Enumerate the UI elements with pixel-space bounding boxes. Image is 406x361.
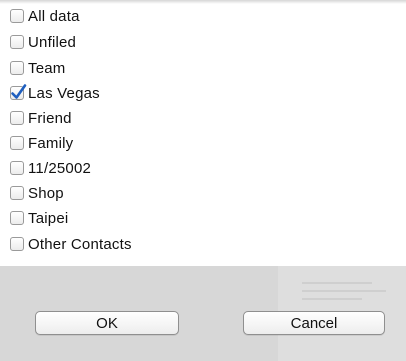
cancel-button-label: Cancel — [290, 314, 338, 332]
ok-button-label: OK — [96, 314, 118, 332]
group-item-team[interactable]: Team — [10, 57, 65, 79]
group-item-friend[interactable]: Friend — [10, 107, 72, 129]
group-label: 11/25002 — [28, 159, 92, 177]
group-label: Shop — [28, 184, 64, 202]
group-label: Las Vegas — [28, 84, 100, 102]
checkbox[interactable] — [10, 35, 24, 49]
checkbox[interactable] — [10, 136, 24, 150]
group-item-taipei[interactable]: Taipei — [10, 207, 68, 229]
checkbox[interactable] — [10, 84, 27, 100]
dialog-footer: OK Cancel — [0, 266, 406, 361]
checkbox[interactable] — [10, 61, 24, 75]
group-item-shop[interactable]: Shop — [10, 182, 64, 204]
checkbox[interactable] — [10, 9, 24, 23]
group-label: Team — [28, 59, 66, 77]
ok-button[interactable]: OK — [35, 311, 179, 335]
group-selection-dialog: All data Unfiled Team Las Vegas Friend F… — [0, 0, 406, 361]
group-label: Unfiled — [28, 33, 77, 51]
group-label: Family — [28, 134, 74, 152]
checkbox[interactable] — [10, 111, 24, 125]
group-label: All data — [28, 7, 80, 25]
checkbox[interactable] — [10, 211, 24, 225]
checkbox[interactable] — [10, 186, 24, 200]
group-item-las-vegas[interactable]: Las Vegas — [10, 82, 100, 104]
checkbox[interactable] — [10, 237, 24, 251]
group-item-family[interactable]: Family — [10, 132, 73, 154]
checkmark-icon — [11, 84, 27, 99]
group-item-all-data[interactable]: All data — [10, 5, 80, 27]
group-item-other-contacts[interactable]: Other Contacts — [10, 233, 132, 255]
group-list: All data Unfiled Team Las Vegas Friend F… — [0, 0, 406, 266]
group-label: Friend — [28, 109, 72, 127]
cancel-button[interactable]: Cancel — [243, 311, 385, 335]
group-label: Taipei — [28, 209, 69, 227]
checkbox[interactable] — [10, 161, 24, 175]
group-item-unfiled[interactable]: Unfiled — [10, 31, 76, 53]
group-label: Other Contacts — [28, 235, 132, 253]
group-item-11-25002[interactable]: 11/25002 — [10, 157, 91, 179]
top-edge-shadow — [0, 0, 406, 4]
